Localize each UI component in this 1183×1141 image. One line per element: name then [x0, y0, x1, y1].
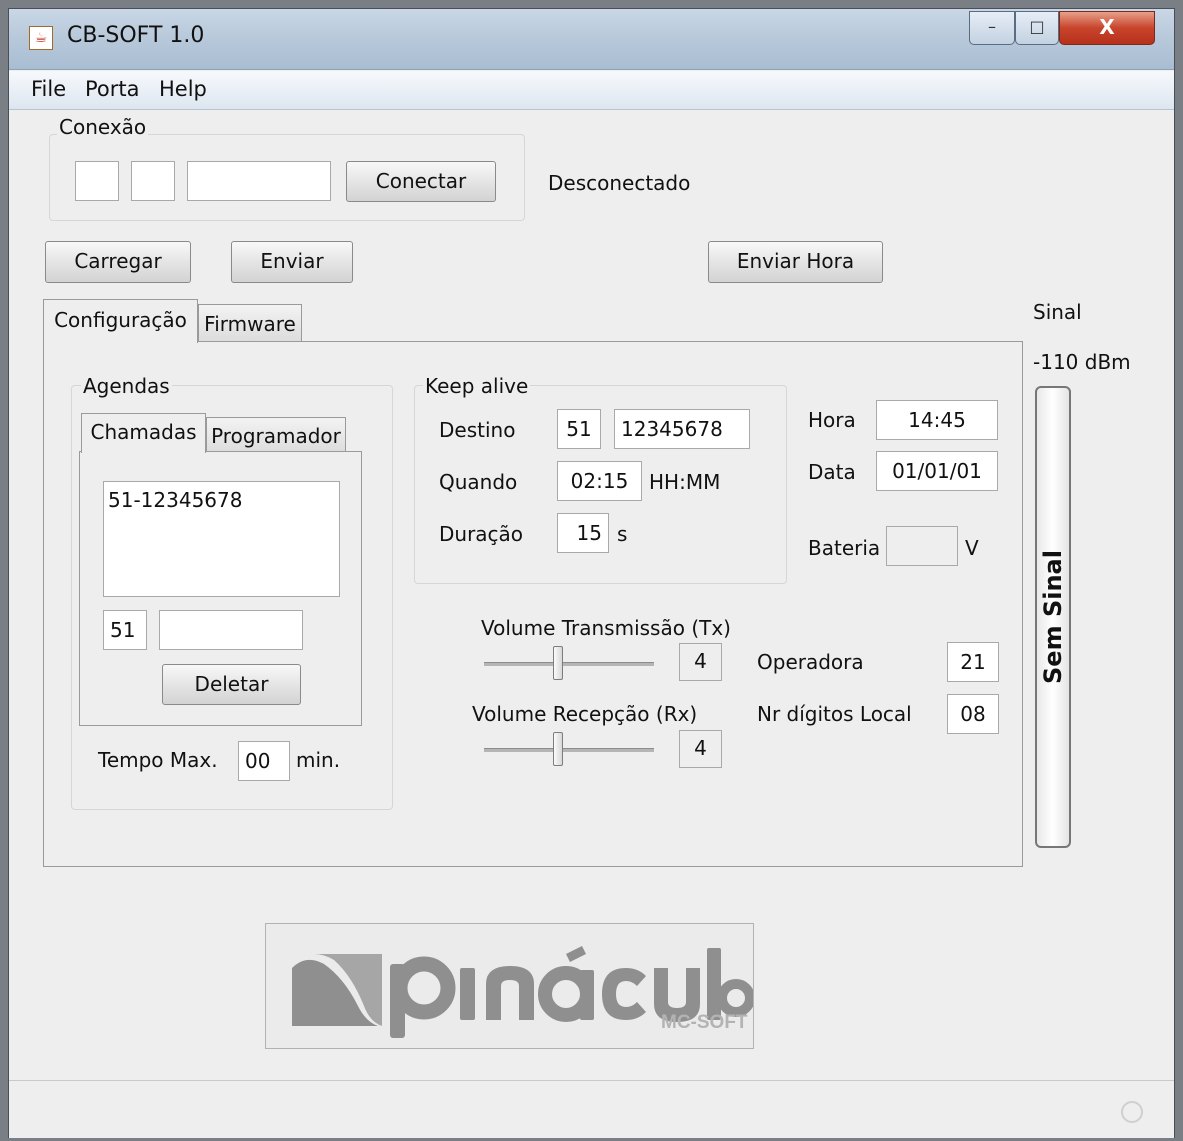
- sinal-label: Sinal: [1033, 300, 1082, 324]
- tab-programador[interactable]: Programador: [206, 417, 346, 453]
- volume-tx-track[interactable]: [484, 662, 654, 666]
- operadora-label: Operadora: [757, 650, 864, 674]
- operadora-field[interactable]: 21: [947, 642, 999, 682]
- window-title: CB-SOFT 1.0: [67, 23, 205, 48]
- conectar-button[interactable]: Conectar: [346, 161, 496, 202]
- data-label: Data: [808, 460, 856, 484]
- maximize-button[interactable]: □: [1015, 11, 1059, 45]
- volume-tx-label: Volume Transmissão (Tx): [481, 616, 731, 640]
- java-app-icon: ☕: [29, 26, 53, 50]
- quando-field[interactable]: 02:15: [557, 461, 642, 501]
- agendas-label: Agendas: [81, 374, 172, 398]
- bateria-field: [886, 526, 958, 566]
- enviar-button[interactable]: Enviar: [231, 241, 353, 283]
- volume-rx-label: Volume Recepção (Rx): [472, 702, 698, 726]
- port-field-1[interactable]: [75, 161, 119, 201]
- quando-unit: HH:MM: [649, 470, 721, 494]
- duracao-field[interactable]: 15: [557, 513, 609, 553]
- signal-strength-bar: Sem Sinal: [1035, 386, 1071, 848]
- title-bar[interactable]: ☕ CB-SOFT 1.0 – □ X: [9, 9, 1174, 70]
- signal-status: Sem Sinal: [1039, 550, 1067, 684]
- pinaculo-logo: MC-SOFT: [265, 923, 755, 1049]
- duracao-unit: s: [617, 522, 628, 546]
- minimize-button[interactable]: –: [969, 11, 1015, 45]
- app-window: ☕ CB-SOFT 1.0 – □ X File Porta Help Cone…: [8, 8, 1175, 1138]
- hora-label: Hora: [808, 408, 856, 432]
- carregar-button[interactable]: Carregar: [45, 241, 191, 283]
- status-bar: [9, 1080, 1174, 1138]
- connection-status: Desconectado: [548, 171, 691, 195]
- destino-label: Destino: [439, 418, 516, 442]
- quando-label: Quando: [439, 470, 518, 494]
- busy-indicator-icon: [1121, 1101, 1143, 1123]
- menu-porta[interactable]: Porta: [85, 77, 140, 101]
- chamadas-list[interactable]: 51-12345678: [103, 481, 340, 597]
- tempo-max-unit: min.: [296, 748, 341, 772]
- destino-number-field[interactable]: 12345678: [614, 409, 750, 449]
- signal-dbm: -110 dBm: [1033, 350, 1131, 374]
- deletar-button[interactable]: Deletar: [162, 664, 301, 705]
- volume-rx-slider-thumb[interactable]: [553, 732, 563, 766]
- keep-alive-label: Keep alive: [423, 374, 531, 398]
- hora-field[interactable]: 14:45: [876, 400, 998, 440]
- bateria-label: Bateria: [808, 536, 881, 560]
- enviar-hora-button[interactable]: Enviar Hora: [708, 241, 883, 283]
- digitos-local-field[interactable]: 08: [947, 694, 999, 734]
- volume-rx-value: 4: [679, 730, 722, 768]
- duracao-label: Duração: [439, 522, 524, 546]
- volume-tx-slider-thumb[interactable]: [553, 646, 563, 680]
- port-field-2[interactable]: [131, 161, 175, 201]
- volume-tx-value: 4: [679, 643, 722, 681]
- data-field[interactable]: 01/01/01: [876, 451, 998, 491]
- list-item[interactable]: 51-12345678: [108, 484, 335, 516]
- tempo-max-field[interactable]: 00: [238, 741, 290, 781]
- bateria-unit: V: [965, 536, 979, 560]
- destino-ddd-field[interactable]: 51: [557, 409, 601, 449]
- menu-file[interactable]: File: [31, 77, 66, 101]
- logo-subtitle: MC-SOFT: [661, 1012, 748, 1033]
- agenda-ddd-field[interactable]: 51: [103, 610, 147, 650]
- tab-configuracao[interactable]: Configuração: [43, 299, 198, 343]
- digitos-local-label: Nr dígitos Local: [757, 702, 912, 726]
- agenda-number-field[interactable]: [159, 610, 303, 650]
- port-field-3[interactable]: [187, 161, 331, 201]
- pinaculo-logo-graphic: MC-SOFT: [292, 946, 755, 1038]
- menu-bar: File Porta Help: [9, 71, 1174, 110]
- close-button[interactable]: X: [1059, 11, 1155, 45]
- conexao-label: Conexão: [57, 115, 149, 139]
- tab-firmware[interactable]: Firmware: [198, 304, 302, 342]
- tempo-max-label: Tempo Max.: [98, 748, 218, 772]
- volume-rx-track[interactable]: [484, 748, 654, 752]
- menu-help[interactable]: Help: [159, 77, 207, 101]
- main-content: Conexão Conectar Desconectado Carregar E…: [9, 110, 1174, 1080]
- tab-chamadas[interactable]: Chamadas: [81, 413, 206, 453]
